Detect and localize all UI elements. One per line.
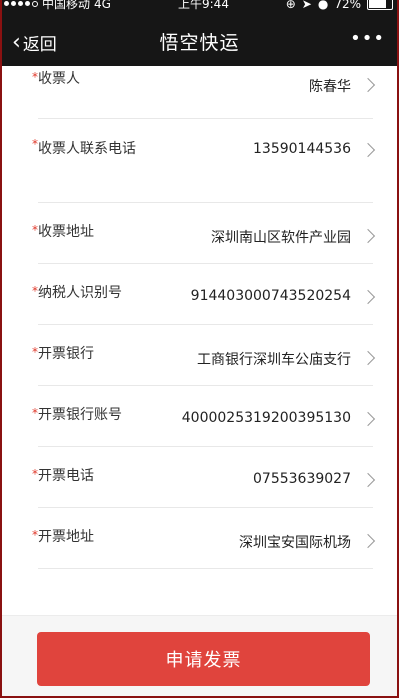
row-value: 4000025319200395130: [181, 410, 351, 426]
chevron-right-icon: [360, 142, 376, 158]
chevron-right-icon: [360, 77, 376, 93]
bottom-action-bar: 申请发票: [2, 615, 397, 696]
location-icon: ➤: [301, 0, 312, 11]
alarm-icon: ●: [317, 0, 329, 11]
row-value: 07553639027: [253, 471, 351, 487]
row-label: 开票银行账号: [38, 407, 122, 423]
navigation-bar: ‹ 返回 悟空快运 •••: [2, 18, 397, 64]
more-button[interactable]: •••: [350, 28, 385, 49]
row-value: 工商银行深圳车公庙支行: [197, 352, 351, 368]
chevron-right-icon: [360, 228, 376, 244]
row-label: 开票银行: [38, 346, 94, 362]
network-label: 4G: [94, 0, 111, 11]
row-label: 收票地址: [38, 224, 94, 240]
form-row-invoice-phone[interactable]: * 开票电话 07553639027: [32, 447, 376, 508]
form-row-recipient-address[interactable]: * 收票地址 深圳南山区软件产业园: [32, 203, 376, 264]
row-value: 深圳宝安国际机场: [239, 535, 351, 551]
form-row-recipient[interactable]: * 收票人 陈春华: [32, 66, 376, 119]
chevron-right-icon: [360, 472, 376, 488]
carrier-label: 中国移动: [42, 0, 91, 11]
status-time: 上午9:44: [178, 0, 229, 11]
status-bar: 中国移动 4G 上午9:44 ⊕ ➤ ● 72%: [2, 0, 397, 14]
row-value: 深圳南山区软件产业园: [211, 230, 351, 246]
apply-invoice-button[interactable]: 申请发票: [37, 632, 370, 686]
app-frame: 中国移动 4G 上午9:44 ⊕ ➤ ● 72% ‹ 返回 悟空快运 ••• *…: [2, 0, 397, 696]
form-row-recipient-phone[interactable]: * 收票人联系电话 13590144536: [32, 119, 376, 203]
status-right: ⊕ ➤ ● 72%: [286, 0, 393, 10]
chevron-right-icon: [360, 350, 376, 366]
page-title: 悟空快运: [159, 32, 240, 54]
status-left: 中国移动 4G: [4, 0, 111, 10]
chevron-right-icon: [360, 533, 376, 549]
row-label: 收票人: [38, 71, 80, 87]
battery-percent: 72%: [334, 0, 361, 11]
form-row-invoice-address[interactable]: * 开票地址 深圳宝安国际机场: [32, 508, 376, 569]
battery-icon: [367, 0, 393, 10]
row-label: 开票电话: [38, 468, 94, 484]
form-row-bank[interactable]: * 开票银行 工商银行深圳车公庙支行: [32, 325, 376, 386]
row-label: 收票人联系电话: [38, 141, 136, 157]
chevron-right-icon: [360, 289, 376, 305]
row-value: 陈春华: [309, 79, 351, 95]
lock-rotation-icon: ⊕: [285, 0, 296, 11]
top-bar: 中国移动 4G 上午9:44 ⊕ ➤ ● 72% ‹ 返回 悟空快运 •••: [2, 0, 397, 66]
row-label: 开票地址: [38, 529, 94, 545]
form-row-bank-account[interactable]: * 开票银行账号 4000025319200395130: [32, 386, 376, 447]
form-row-taxpayer-id[interactable]: * 纳税人识别号 914403000743520254: [32, 264, 376, 325]
signal-strength-icon: [4, 1, 38, 7]
row-value: 914403000743520254: [190, 288, 351, 304]
row-label: 纳税人识别号: [38, 285, 122, 301]
row-value: 13590144536: [253, 141, 351, 157]
chevron-right-icon: [360, 411, 376, 427]
invoice-form: * 收票人 陈春华 * 收票人联系电话 13590144536 * 收票地址 深…: [2, 66, 397, 569]
